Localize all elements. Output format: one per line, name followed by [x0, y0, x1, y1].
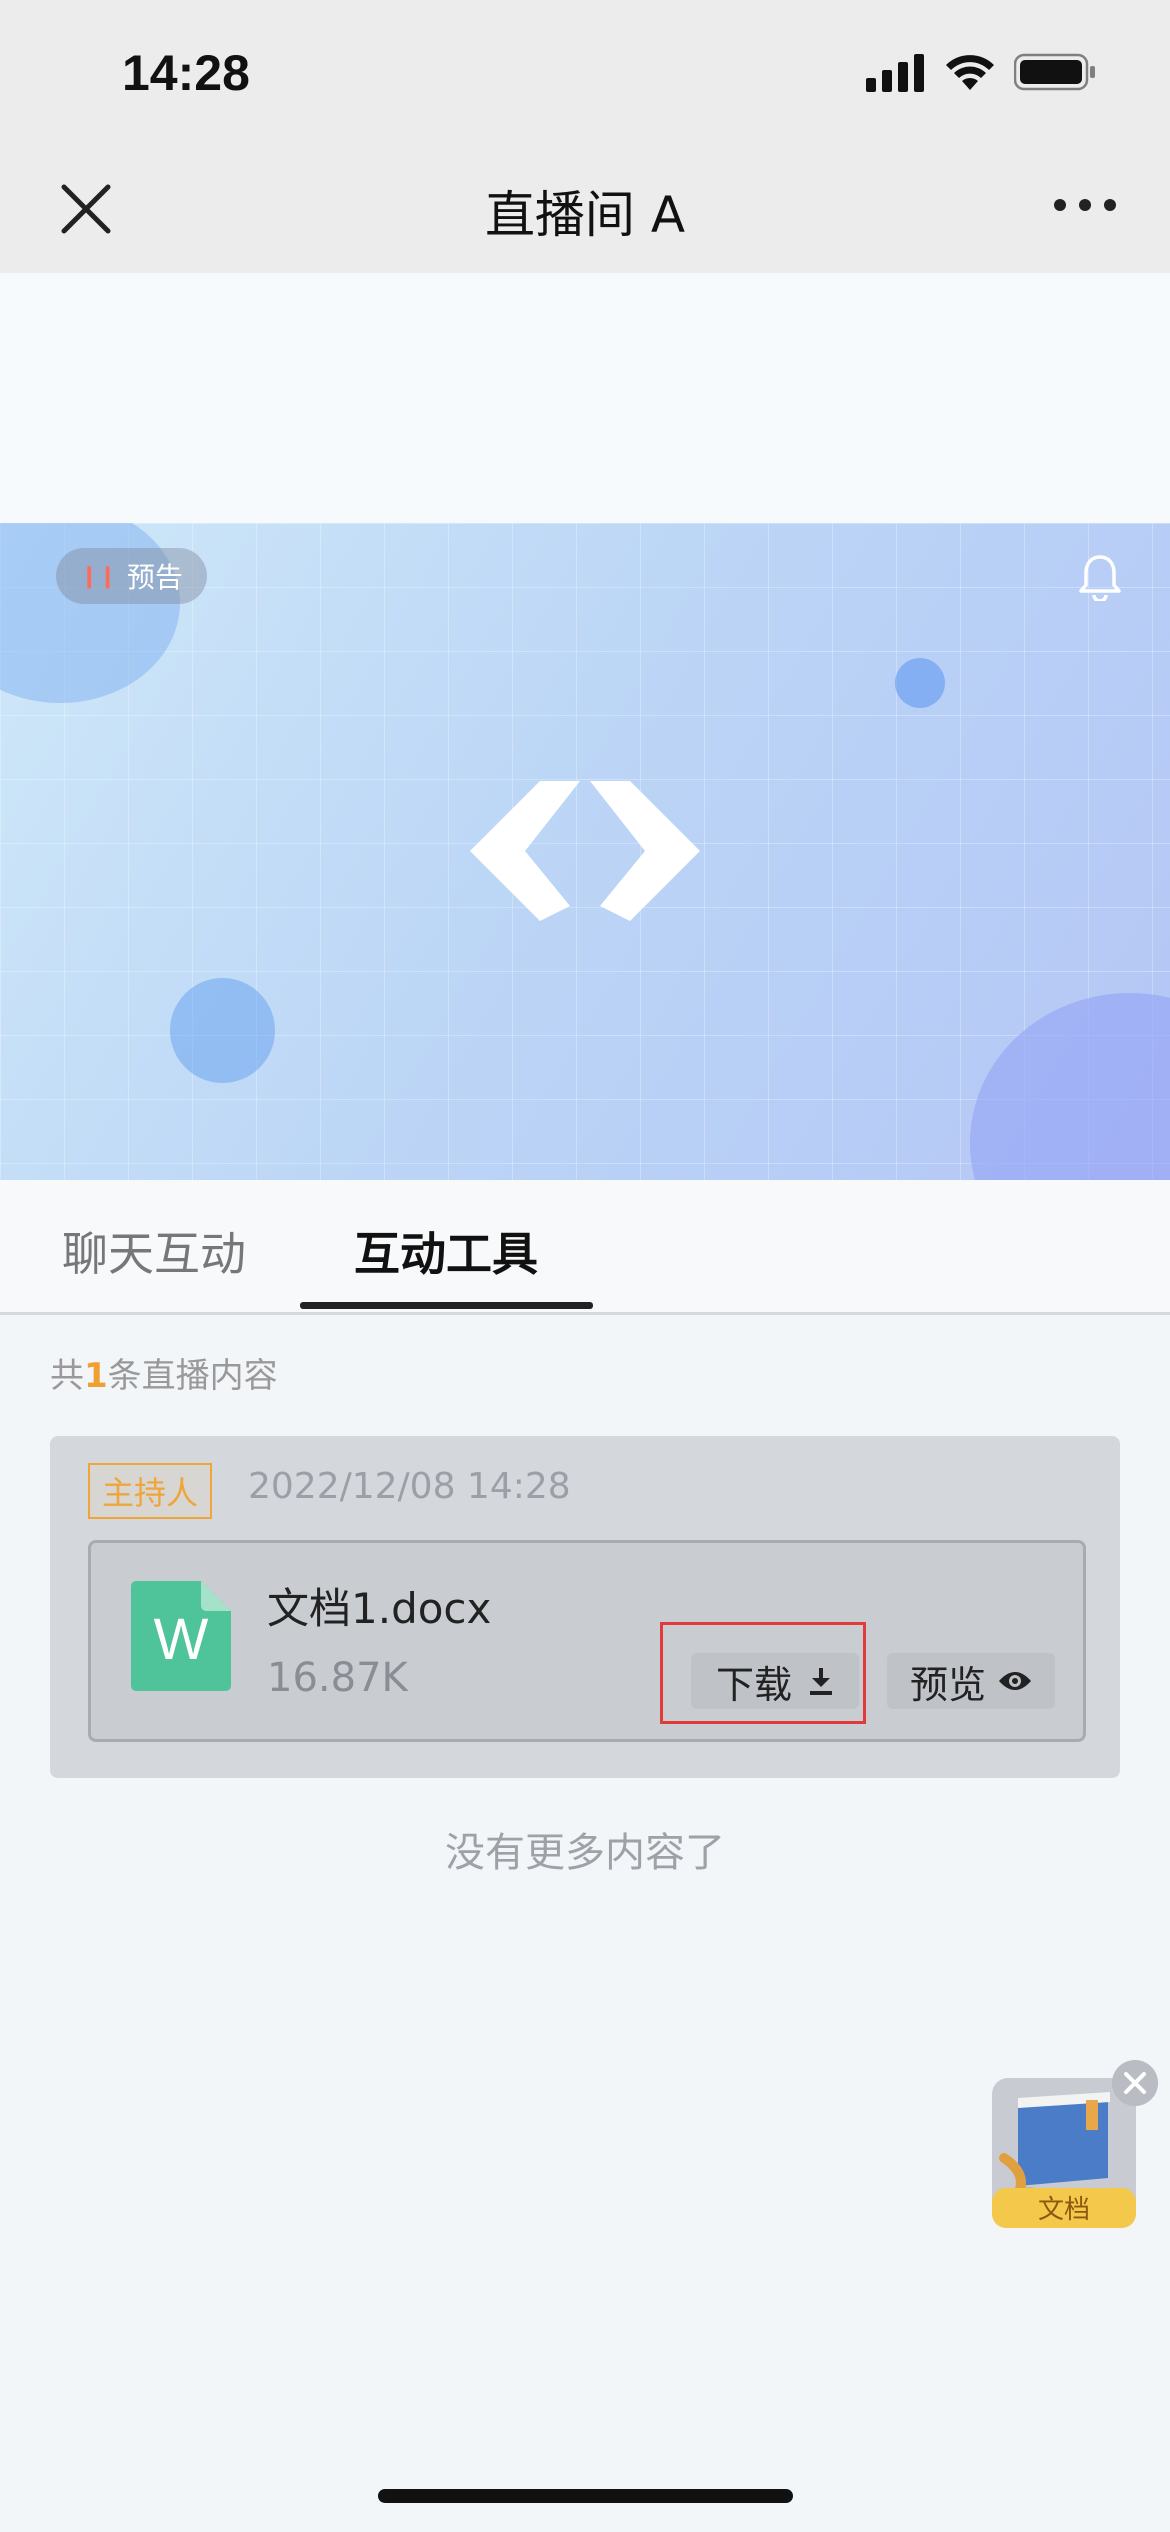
- word-document-icon: W: [131, 1581, 231, 1691]
- file-name: 文档1.docx: [267, 1584, 492, 1633]
- status-icons: [866, 52, 1096, 92]
- summary-prefix: 共: [50, 1356, 84, 1396]
- logo-icon: [470, 781, 700, 921]
- decor-circle: [170, 978, 275, 1083]
- badge-label: 预告: [126, 561, 183, 594]
- file-attachment[interactable]: W 文档1.docx 16.87K 下载 预览: [88, 1540, 1086, 1742]
- preview-button[interactable]: 预览: [887, 1653, 1055, 1709]
- page-title: 直播间 A: [484, 186, 686, 244]
- content-card: 主持人 2022/12/08 14:28 W 文档1.docx 16.87K 下…: [50, 1436, 1120, 1778]
- tab-chat-interaction[interactable]: 聊天互动: [62, 1218, 246, 1284]
- floating-close-icon[interactable]: [1112, 2060, 1158, 2106]
- more-icon[interactable]: [1052, 185, 1118, 225]
- decor-circle: [895, 658, 945, 708]
- file-size: 16.87K: [267, 1655, 408, 1701]
- blank-area: [0, 273, 1170, 523]
- tab-interactive-tools[interactable]: 互动工具: [354, 1218, 538, 1284]
- preview-badge: ❙❙ 预告: [56, 548, 207, 604]
- bell-icon[interactable]: [1078, 553, 1122, 601]
- floating-document-widget[interactable]: 文档: [988, 2078, 1140, 2228]
- card-timestamp: 2022/12/08 14:28: [248, 1466, 571, 1507]
- home-indicator: [378, 2489, 793, 2503]
- signal-icon: [866, 54, 924, 92]
- live-video-player[interactable]: ❙❙ 预告: [0, 523, 1170, 1180]
- status-time: 14:28: [122, 45, 250, 101]
- no-more-content-text: 没有更多内容了: [445, 1830, 725, 1876]
- battery-icon: [1014, 53, 1095, 91]
- summary-suffix: 条直播内容: [107, 1356, 278, 1396]
- wifi-icon: [946, 55, 994, 90]
- live-indicator-icon: ❙❙: [80, 563, 117, 589]
- active-tab-indicator: [300, 1302, 593, 1309]
- status-bar: 14:28: [0, 0, 1170, 145]
- tab-bar: 聊天互动 互动工具: [0, 1180, 1170, 1315]
- preview-label: 预览: [909, 1662, 986, 1707]
- host-tag: 主持人: [88, 1463, 213, 1519]
- eye-icon: [999, 1672, 1031, 1690]
- content-count: 共1条直播内容: [50, 1348, 278, 1397]
- nav-bar: 直播间 A: [0, 145, 1170, 273]
- download-highlight-box: [660, 1622, 866, 1724]
- summary-count: 1: [84, 1356, 108, 1396]
- word-icon-letter: W: [154, 1607, 209, 1672]
- floating-widget-label: 文档: [1038, 2195, 1090, 2225]
